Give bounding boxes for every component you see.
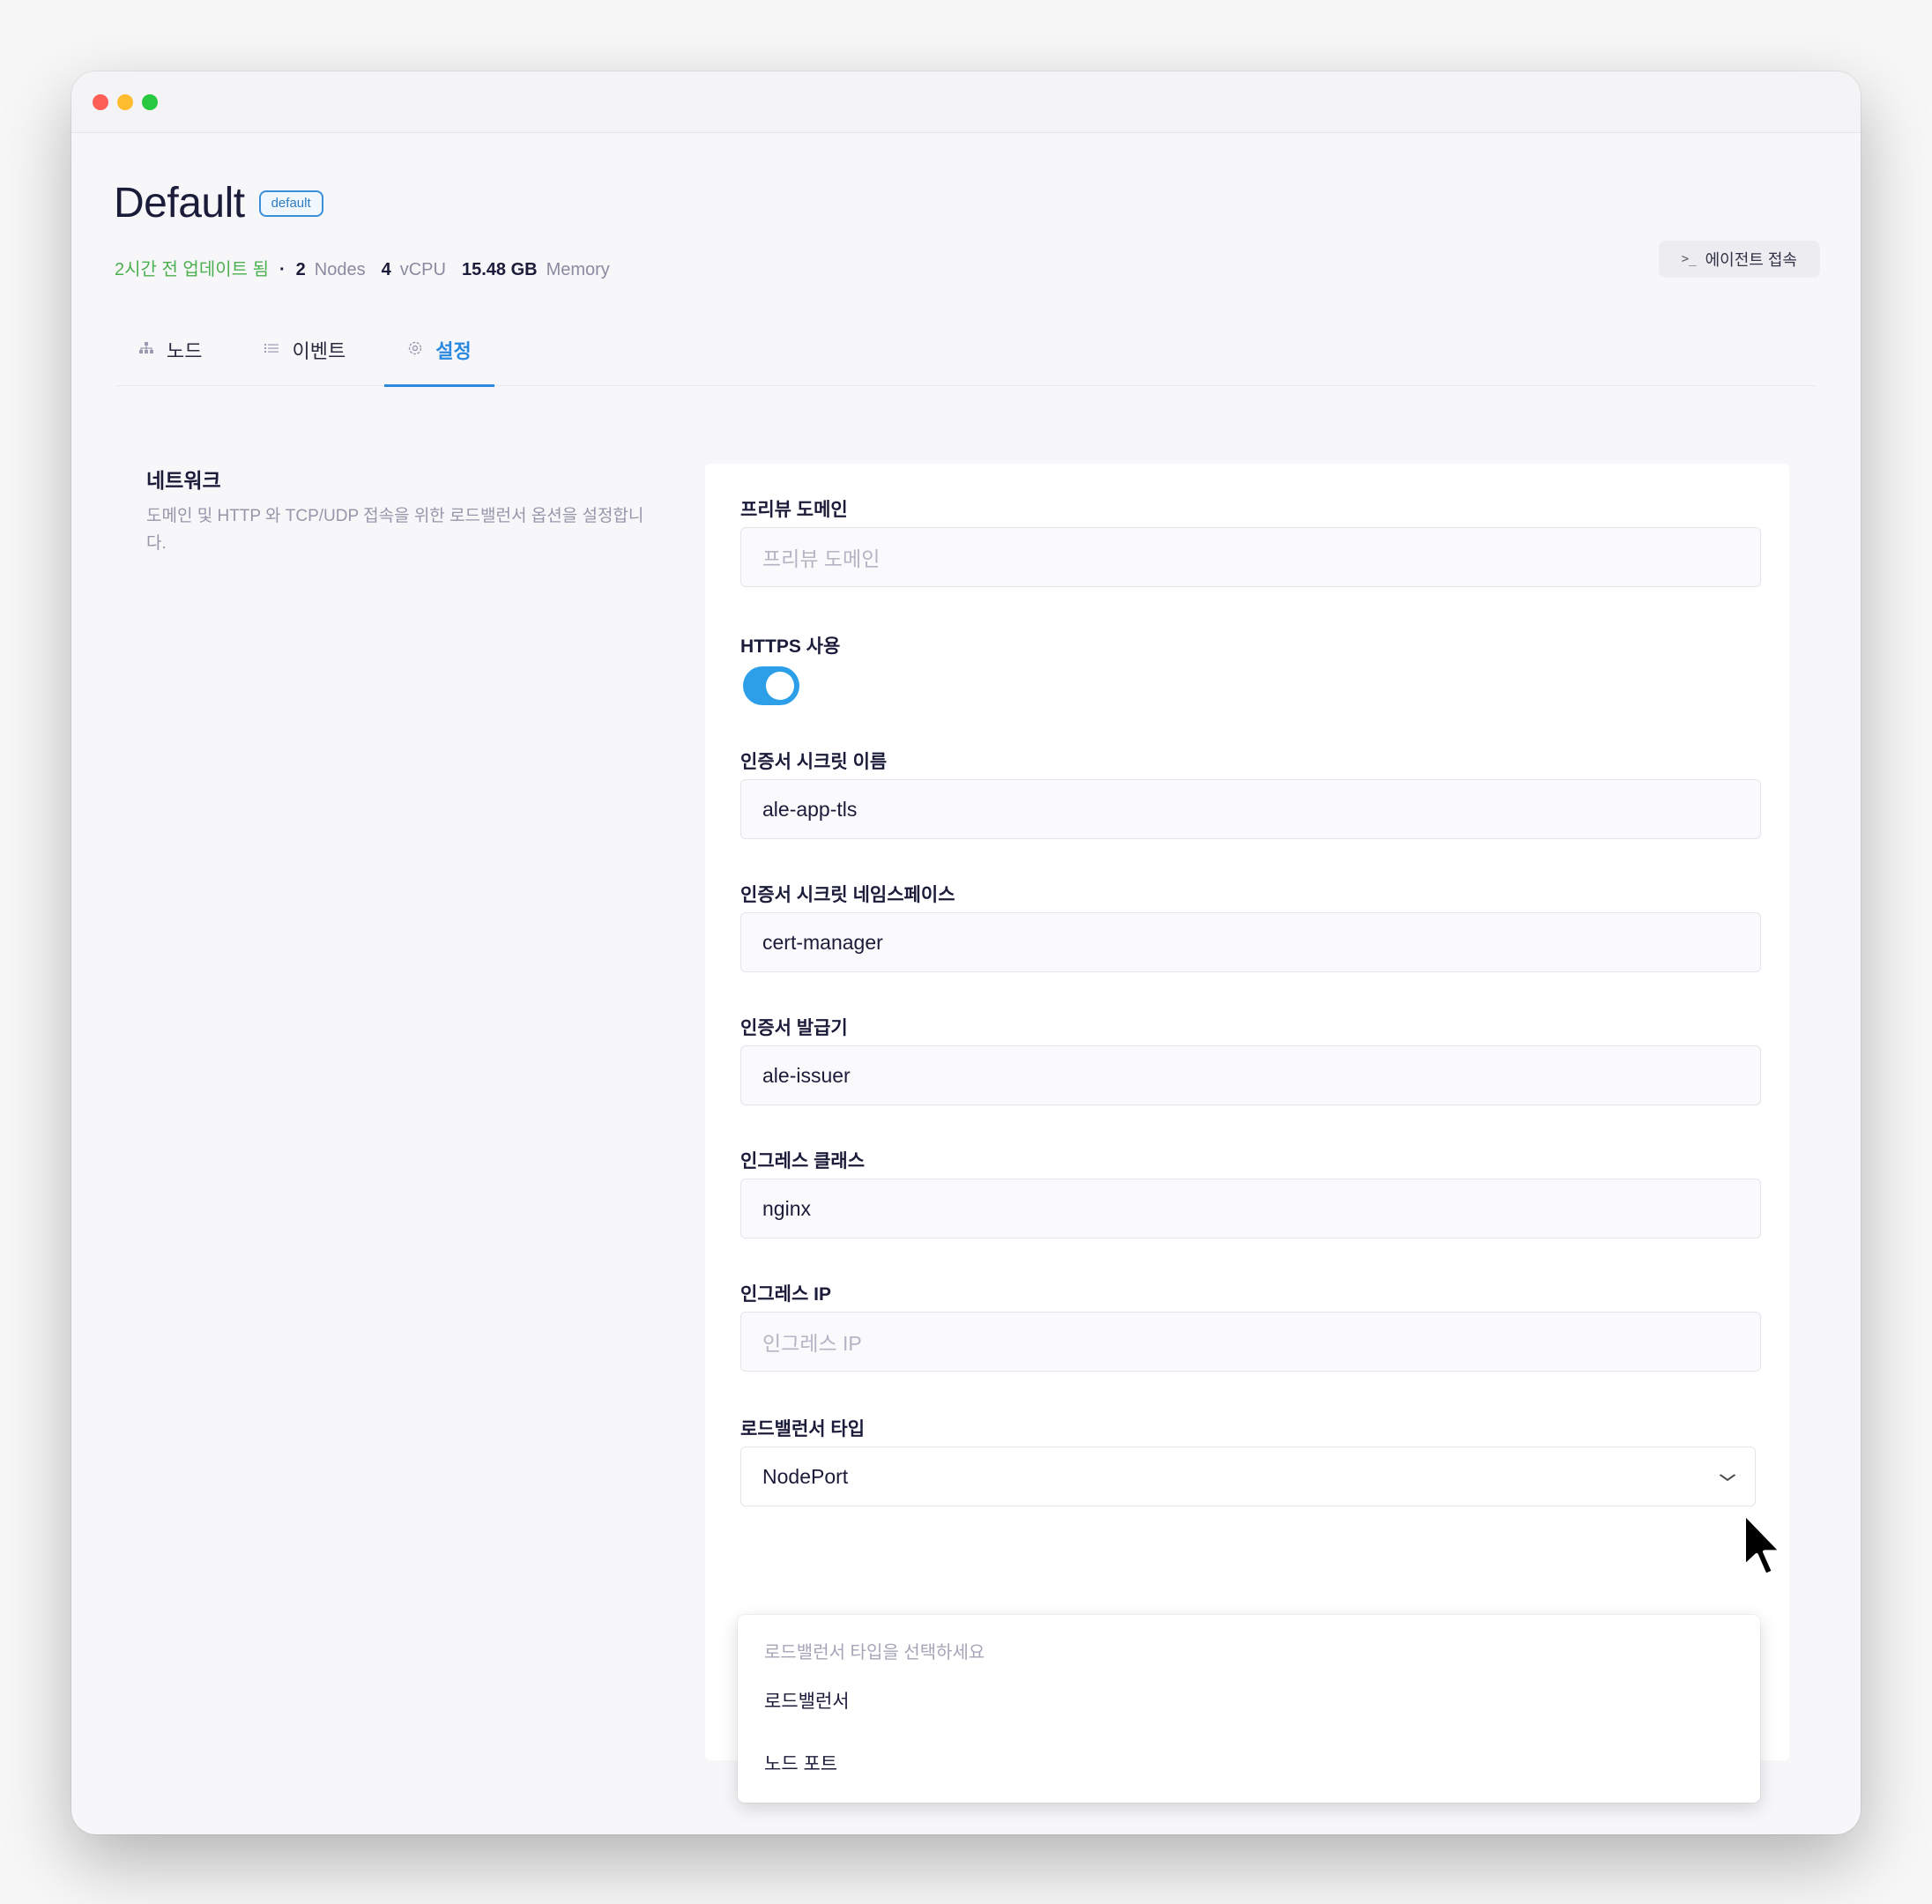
tab-settings-label: 설정 xyxy=(435,340,472,362)
cert-issuer-label: 인증서 발급기 xyxy=(740,1018,848,1038)
tab-events-label: 이벤트 xyxy=(292,340,346,362)
chevron-down-icon xyxy=(1719,1468,1736,1486)
vcpu-unit: vCPU xyxy=(399,260,446,279)
agent-connect-label: 에이전트 접속 xyxy=(1705,251,1797,269)
tab-nodes-label: 노드 xyxy=(167,340,203,362)
gear-icon xyxy=(407,340,423,361)
terminal-icon: >_ xyxy=(1681,252,1697,266)
toggle-knob xyxy=(766,672,794,700)
cert-secret-name-input[interactable]: ale-app-tls xyxy=(740,779,1761,839)
cert-issuer-input[interactable]: ale-issuer xyxy=(740,1045,1761,1105)
lb-type-value: NodePort xyxy=(762,1464,849,1488)
nodes-count: 2 xyxy=(295,260,306,279)
ingress-ip-label: 인그레스 IP xyxy=(740,1284,831,1305)
network-settings-panel: 프리뷰 도메인 프리뷰 도메인 HTTPS 사용 인증서 시크릿 이름 ale-… xyxy=(705,464,1789,1760)
cert-secret-name-label: 인증서 시크릿 이름 xyxy=(740,752,888,772)
cert-secret-namespace-input[interactable]: cert-manager xyxy=(740,912,1761,972)
sitemap-icon xyxy=(138,341,154,360)
maximize-window-button[interactable] xyxy=(142,94,158,110)
agent-connect-button[interactable]: >_ 에이전트 접속 xyxy=(1658,241,1820,278)
ingress-class-input[interactable]: nginx xyxy=(740,1179,1761,1238)
page-header: Default default xyxy=(114,179,323,227)
memory-unit: Memory xyxy=(546,260,610,279)
https-toggle[interactable] xyxy=(743,666,799,705)
dropdown-option-loadbalancer[interactable]: 로드밸런서 xyxy=(764,1687,850,1714)
main-content: Default default 2시간 전 업데이트 됨 · 2 Nodes 4… xyxy=(71,133,1861,1834)
page-title: Default xyxy=(114,180,245,227)
tab-nodes[interactable]: 노드 xyxy=(115,314,225,386)
lb-type-select[interactable]: NodePort xyxy=(740,1447,1756,1506)
tab-settings[interactable]: 설정 xyxy=(384,314,495,387)
memory-value: 15.48 GB xyxy=(461,260,538,279)
minimize-window-button[interactable] xyxy=(117,94,133,110)
cert-secret-namespace-label: 인증서 시크릿 네임스페이스 xyxy=(740,885,955,905)
title-bar xyxy=(71,71,1861,133)
section-title: 네트워크 xyxy=(146,469,221,492)
cluster-meta: 2시간 전 업데이트 됨 · 2 Nodes 4 vCPU 15.48 GB M… xyxy=(115,255,617,280)
section-description: 도메인 및 HTTP 와 TCP/UDP 접속을 위한 로드밸런서 옵션을 설정… xyxy=(146,507,644,553)
preview-domain-label: 프리뷰 도메인 xyxy=(740,500,848,520)
network-section-info: 네트워크 도메인 및 HTTP 와 TCP/UDP 접속을 위한 로드밸런서 옵… xyxy=(146,464,658,557)
ingress-ip-input[interactable]: 인그레스 IP xyxy=(740,1312,1761,1372)
app-window: Default default 2시간 전 업데이트 됨 · 2 Nodes 4… xyxy=(71,71,1861,1834)
preview-domain-input[interactable]: 프리뷰 도메인 xyxy=(740,527,1761,587)
ingress-class-label: 인그레스 클래스 xyxy=(740,1151,866,1171)
close-window-button[interactable] xyxy=(93,94,108,110)
lb-type-label: 로드밸런서 타입 xyxy=(740,1419,866,1439)
dropdown-placeholder: 로드밸런서 타입을 선택하세요 xyxy=(764,1643,985,1662)
vcpu-count: 4 xyxy=(381,260,391,279)
meta-separator: · xyxy=(279,260,286,279)
tab-events[interactable]: 이벤트 xyxy=(241,314,368,386)
list-icon xyxy=(264,341,279,360)
https-label: HTTPS 사용 xyxy=(740,636,841,657)
dropdown-option-nodeport[interactable]: 노드 포트 xyxy=(764,1750,837,1776)
lb-type-dropdown: 로드밸런서 타입을 선택하세요 로드밸런서 노드 포트 xyxy=(738,1615,1760,1803)
default-badge: default xyxy=(258,190,323,217)
tab-bar: 노드 이벤트 설정 xyxy=(115,314,1817,387)
updated-status: 2시간 전 업데이트 됨 xyxy=(115,260,269,279)
nodes-unit: Nodes xyxy=(314,260,366,279)
mouse-cursor-icon xyxy=(1743,1512,1783,1577)
